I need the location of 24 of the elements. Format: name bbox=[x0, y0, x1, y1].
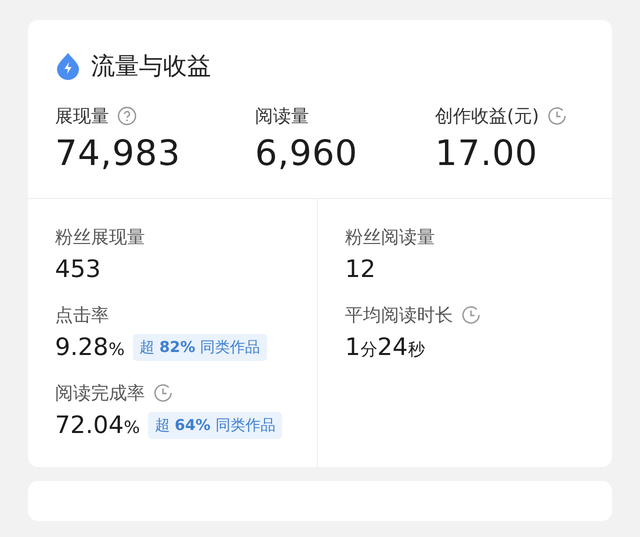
clock-icon[interactable] bbox=[461, 305, 481, 325]
metric-label: 阅读完成率 bbox=[55, 382, 145, 405]
metric-value: 1分24秒 bbox=[345, 333, 425, 361]
rank-badge: 超 82% 同类作品 bbox=[132, 334, 268, 360]
stat-label: 阅读量 bbox=[255, 105, 309, 128]
stat-value: 6,960 bbox=[255, 134, 359, 174]
metric-label: 粉丝阅读量 bbox=[345, 226, 435, 249]
metric-label: 粉丝展现量 bbox=[55, 226, 145, 249]
metric-value: 72.04% bbox=[55, 411, 140, 439]
help-icon[interactable] bbox=[117, 106, 137, 126]
metric-label: 点击率 bbox=[55, 304, 109, 327]
rank-badge: 超 64% 同类作品 bbox=[148, 412, 282, 438]
stat-label: 展现量 bbox=[55, 105, 109, 128]
clock-icon[interactable] bbox=[153, 383, 173, 403]
metric-value: 453 bbox=[55, 255, 101, 283]
stat-value: 74,983 bbox=[55, 134, 182, 174]
clock-icon[interactable] bbox=[547, 106, 568, 126]
metric-label: 平均阅读时长 bbox=[345, 304, 453, 327]
drop-icon bbox=[55, 52, 81, 80]
metric-value: 12 bbox=[345, 255, 376, 283]
card-title: 流量与收益 bbox=[91, 51, 211, 82]
stat-value: 17.00 bbox=[435, 134, 539, 174]
stat-label: 创作收益(元) bbox=[435, 105, 540, 128]
metric-value: 9.28% bbox=[55, 333, 125, 361]
